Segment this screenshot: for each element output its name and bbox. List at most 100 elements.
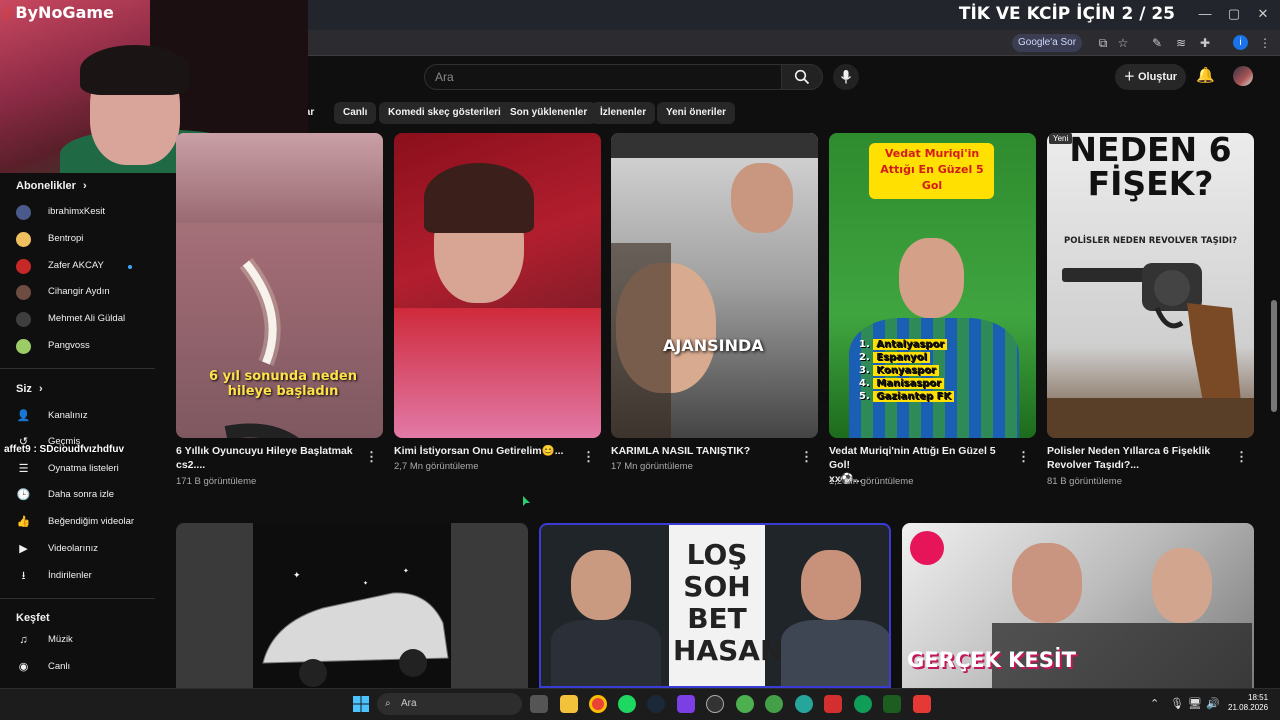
live-broadcast-icon: ◉: [18, 661, 29, 673]
edge-icon[interactable]: [854, 695, 872, 713]
plus-icon: ＋: [1123, 71, 1138, 83]
notifications-bell-icon[interactable]: 🔔: [1196, 66, 1215, 84]
chip-new-to-you[interactable]: Yeni öneriler: [657, 102, 736, 124]
sidebar-sub-mehmet-ali-guldal[interactable]: Mehmet Ali Güldal: [16, 307, 151, 331]
account-avatar[interactable]: [1233, 66, 1253, 86]
video-thumbnail[interactable]: Vedat Muriqi'in Attığı En Güzel 5 Gol 1.…: [829, 133, 1036, 438]
sidebar-item-downloads[interactable]: ⭳ İndirilenler: [16, 564, 151, 588]
video-thumbnail[interactable]: [394, 133, 601, 438]
goals-list: 1. Antalyaspor 2. Espanyol 3. Konyaspor …: [859, 339, 969, 402]
thumb-top-strip: [611, 133, 818, 158]
volume-icon[interactable]: 🔊: [1206, 697, 1220, 710]
windows-start-icon[interactable]: [352, 695, 370, 713]
sidebar-item-watch-later[interactable]: 🕒 Daha sonra izle: [16, 483, 151, 507]
video-thumbnail[interactable]: 6 yıl sonunda neden hileye başladın: [176, 133, 383, 438]
sidebar-item-live[interactable]: ◉ Canlı: [16, 655, 151, 679]
search-input[interactable]: Ara: [424, 64, 782, 90]
video-title[interactable]: Polisler Neden Yıllarca 6 Fişeklik Revolv…: [1047, 444, 1232, 472]
chrome-profile-icon[interactable]: [736, 695, 754, 713]
more-options-icon[interactable]: ⋮: [1235, 449, 1248, 465]
chip-comedy-sketch[interactable]: Komedi skeç gösterileri: [379, 102, 510, 124]
chip-recently-uploaded[interactable]: Son yüklenenler: [501, 102, 597, 124]
subscriptions-header[interactable]: Abonelikler ›: [16, 180, 87, 192]
bookmark-star-icon[interactable]: ☆: [1114, 34, 1132, 52]
steam-icon[interactable]: [647, 695, 665, 713]
mouse-cursor-icon: [523, 496, 530, 506]
more-options-icon[interactable]: ⋮: [582, 449, 595, 465]
video-thumbnail[interactable]: Yeni NEDEN 6 FİŞEK? POLİSLER NEDEN REVOL…: [1047, 133, 1254, 438]
search-button[interactable]: [781, 64, 823, 90]
chrome-profile-icon[interactable]: [765, 695, 783, 713]
install-icon[interactable]: ⧉: [1094, 34, 1112, 52]
video-title[interactable]: Kimi İstiyorsan Onu Getirelim😊...: [394, 444, 574, 458]
chip-live[interactable]: Canlı: [334, 102, 377, 124]
webcam-hair: [80, 45, 190, 95]
browser-profile-avatar[interactable]: i: [1233, 35, 1248, 50]
video-thumbnail[interactable]: AJANSINDA: [611, 133, 818, 438]
video-thumbnail[interactable]: ✦ ✦ ✦: [176, 523, 528, 688]
more-options-icon[interactable]: ⋮: [800, 449, 813, 465]
channel-avatar: [16, 339, 31, 354]
file-explorer-icon[interactable]: [560, 695, 578, 713]
channel-avatar: [16, 205, 31, 220]
sidebar-item-your-videos[interactable]: ▶ Videolarınız: [16, 537, 151, 561]
google-ask-button[interactable]: Google'a Sor: [1012, 34, 1083, 52]
search-icon: [794, 69, 810, 85]
thumb-hair: [611, 243, 671, 438]
app-red-icon[interactable]: [824, 695, 842, 713]
video-views: 2,7 Mn görüntüleme: [394, 461, 479, 472]
more-options-icon[interactable]: ⋮: [365, 449, 378, 465]
extension-pen-icon[interactable]: ✎: [1148, 34, 1166, 52]
maximize-button[interactable]: ▢: [1223, 6, 1245, 22]
car-sketch-graphic: ✦ ✦ ✦: [262, 567, 449, 687]
browser-menu-icon[interactable]: ⋮: [1256, 34, 1274, 52]
thumb-caption: LOŞ SOH BET HASAN: [673, 538, 784, 667]
thumb-clothes: [394, 308, 601, 438]
create-button[interactable]: ＋ Oluştur: [1115, 64, 1186, 90]
thumb-person-hair: [424, 163, 534, 233]
video-thumbnail[interactable]: LOŞ SOH BET HASAN: [539, 523, 891, 688]
video-title[interactable]: 6 Yıllık Oyuncuyu Hileye Başlatmak cs2...…: [176, 444, 356, 472]
page-scrollbar[interactable]: [1271, 300, 1277, 412]
taskbar-search-input[interactable]: ⌕ Ara: [377, 693, 522, 715]
thumb-caption: AJANSINDA: [663, 336, 764, 355]
sidebar-sub-pangvoss[interactable]: Pangvoss: [16, 334, 151, 358]
spotify-icon[interactable]: [618, 695, 636, 713]
sidebar-item-music[interactable]: ♫ Müzik: [16, 628, 151, 652]
video-views: 17 Mn görüntüleme: [611, 461, 693, 472]
thumb-person-face: [1152, 548, 1212, 623]
video-title[interactable]: KARIMLA NASIL TANIŞTIK?: [611, 444, 791, 458]
tray-overflow-chevron-icon[interactable]: ⌃: [1150, 697, 1159, 710]
system-clock[interactable]: 18:51 21.08.2026: [1228, 693, 1268, 713]
sidebar-sub-ibrahimxkesit[interactable]: ibrahimxKesit: [16, 200, 151, 224]
sidebar-item-your-channel[interactable]: 👤 Kanalınız: [16, 404, 151, 428]
sidebar-sub-cihangir-aydin[interactable]: Cihangir Aydın: [16, 280, 151, 304]
thumb-caption: GERÇEK KESİT: [907, 648, 1076, 672]
extension-wave-icon[interactable]: ≋: [1172, 34, 1190, 52]
app-arrow-icon[interactable]: [883, 695, 901, 713]
voice-search-button[interactable]: [833, 64, 859, 90]
video-thumbnail[interactable]: GERÇEK KESİT: [902, 523, 1254, 688]
app-check-icon[interactable]: [913, 695, 931, 713]
sidebar-divider: [0, 598, 155, 599]
chip-watched[interactable]: İzlenenler: [591, 102, 656, 124]
minimize-button[interactable]: —: [1194, 6, 1216, 21]
more-options-icon[interactable]: ⋮: [1017, 449, 1030, 465]
thumb-caption: 6 yıl sonunda neden hileye başladın: [209, 369, 357, 399]
you-header[interactable]: Siz ›: [16, 383, 43, 395]
sidebar-sub-bentropi[interactable]: Bentropi: [16, 227, 151, 251]
sidebar-item-liked-videos[interactable]: 👍 Beğendiğim videolar: [16, 510, 151, 534]
brand-logo: / ByNoGame: [4, 3, 114, 22]
chrome-profile-icon[interactable]: [795, 695, 813, 713]
extensions-puzzle-icon[interactable]: ✚: [1196, 34, 1214, 52]
network-icon[interactable]: 🖥: [1188, 697, 1202, 710]
chrome-icon[interactable]: [589, 695, 607, 713]
sidebar-item-playlists[interactable]: ☰ Oynatma listeleri: [16, 457, 151, 481]
microphone-tray-icon[interactable]: 🎙: [1170, 697, 1184, 710]
obs-icon[interactable]: [706, 695, 724, 713]
task-view-icon[interactable]: [530, 695, 548, 713]
stream-chat-overlay: affet9 : SDcioudfvızhdfuv: [4, 444, 125, 455]
clock-icon: 🕒: [16, 489, 31, 501]
app-purple-icon[interactable]: [677, 695, 695, 713]
close-button[interactable]: ✕: [1252, 6, 1274, 22]
